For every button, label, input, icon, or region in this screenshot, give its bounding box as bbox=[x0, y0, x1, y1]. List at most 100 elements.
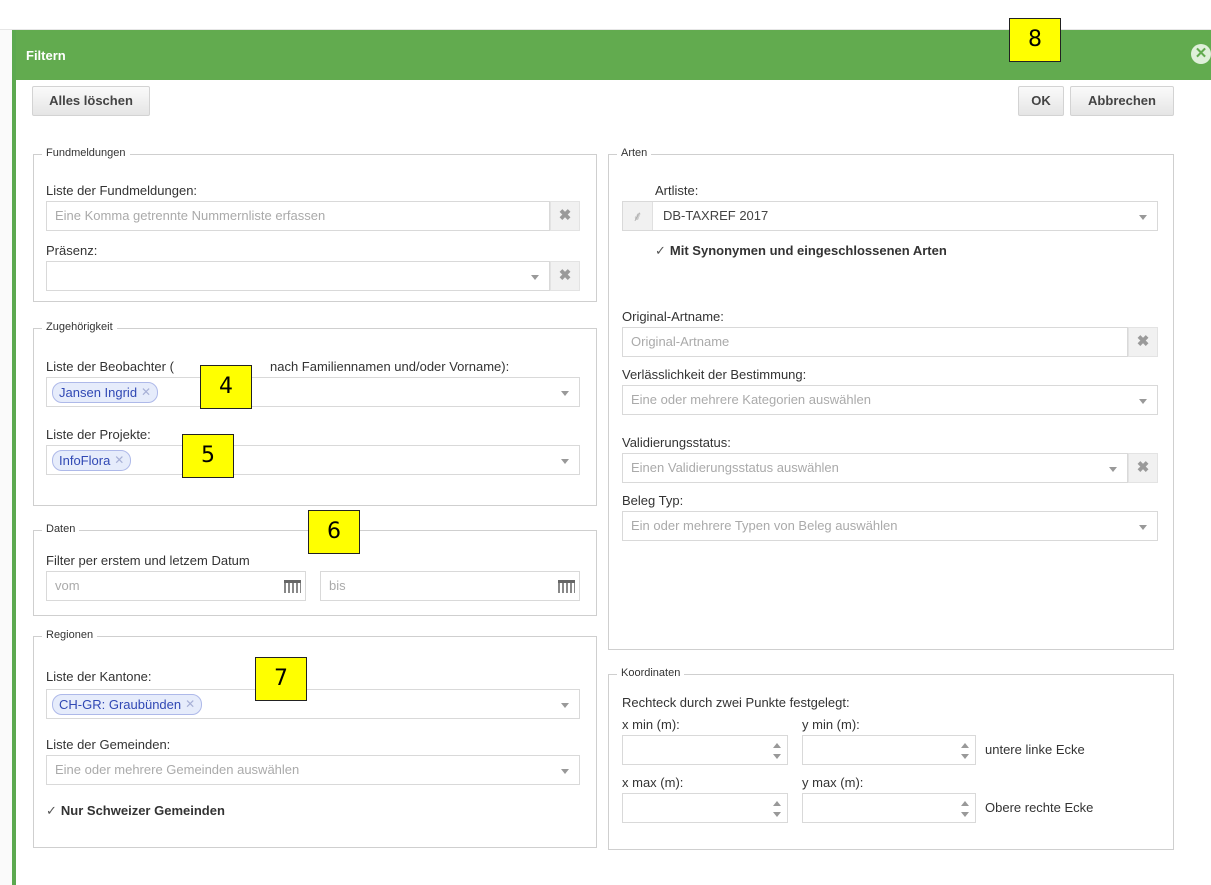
lower-left-label: untere linke Ecke bbox=[985, 742, 1085, 757]
clear-validation-icon[interactable]: ✖ bbox=[1128, 453, 1158, 483]
checkmark-icon: ✓ bbox=[655, 243, 666, 258]
ok-button[interactable]: OK bbox=[1018, 86, 1064, 116]
communes-placeholder: Eine oder mehrere Gemeinden auswählen bbox=[55, 762, 300, 777]
chevron-down-icon bbox=[561, 703, 569, 708]
koordinaten-legend: Koordinaten bbox=[617, 667, 685, 679]
upper-right-label: Obere rechte Ecke bbox=[985, 800, 1094, 815]
chip-remove-icon[interactable]: ✕ bbox=[185, 695, 195, 714]
projects-select[interactable]: InfoFlora ✕ bbox=[46, 445, 580, 475]
clear-all-button[interactable]: Alles löschen bbox=[32, 86, 150, 116]
voucher-type-select[interactable]: Ein oder mehrere Typen von Beleg auswähl… bbox=[622, 511, 1158, 541]
calendar-icon[interactable] bbox=[284, 580, 301, 593]
fundmeldungen-group: Fundmeldungen Liste der Fundmeldungen: E… bbox=[33, 147, 597, 302]
validation-placeholder: Einen Validierungsstatus auswählen bbox=[631, 460, 839, 475]
findings-list-input[interactable]: Eine Komma getrennte Nummernliste erfass… bbox=[46, 201, 550, 231]
xmin-label: x min (m): bbox=[622, 717, 680, 732]
original-name-label: Original-Artname: bbox=[622, 309, 724, 324]
original-name-input[interactable]: Original-Artname bbox=[622, 327, 1128, 357]
date-to-placeholder: bis bbox=[329, 578, 346, 593]
date-from-placeholder: vom bbox=[55, 578, 80, 593]
chevron-down-icon bbox=[1139, 399, 1147, 404]
annotation-badge-6: 6 bbox=[308, 510, 360, 554]
checkmark-icon: ✓ bbox=[46, 803, 57, 818]
spinner-icon[interactable] bbox=[773, 800, 781, 818]
voucher-type-label: Beleg Typ: bbox=[622, 493, 684, 508]
rectangle-description: Rechteck durch zwei Punkte festgelegt: bbox=[622, 695, 850, 710]
chevron-down-icon bbox=[1139, 215, 1147, 220]
reliability-select[interactable]: Eine oder mehrere Kategorien auswählen bbox=[622, 385, 1158, 415]
observers-select[interactable]: Jansen Ingrid ✕ bbox=[46, 377, 580, 407]
zugehoerigkeit-legend: Zugehörigkeit bbox=[42, 321, 117, 333]
ymax-input[interactable] bbox=[802, 793, 976, 823]
date-filter-label: Filter per erstem und letzem Datum bbox=[46, 553, 250, 568]
project-chip[interactable]: InfoFlora ✕ bbox=[52, 450, 132, 471]
cantons-select[interactable]: CH-GR: Graubünden ✕ bbox=[46, 689, 580, 719]
clear-original-name-icon[interactable]: ✖ bbox=[1128, 327, 1158, 357]
xmax-input[interactable] bbox=[622, 793, 788, 823]
date-from-input[interactable]: vom bbox=[46, 571, 306, 601]
communes-label: Liste der Gemeinden: bbox=[46, 737, 171, 752]
background-app-edge bbox=[0, 30, 12, 885]
cantons-label: Liste der Kantone: bbox=[46, 669, 152, 684]
canton-chip-label: CH-GR: Graubünden bbox=[59, 697, 182, 712]
findings-list-label: Liste der Fundmeldungen: bbox=[46, 183, 198, 198]
dialog-title: Filtern bbox=[26, 48, 66, 63]
ymin-label: y min (m): bbox=[802, 717, 860, 732]
arten-legend: Arten bbox=[617, 147, 652, 159]
clear-presence-icon[interactable]: ✖ bbox=[550, 261, 580, 291]
reliability-placeholder: Eine oder mehrere Kategorien auswählen bbox=[631, 392, 871, 407]
spinner-icon[interactable] bbox=[961, 800, 969, 818]
project-chip-label: InfoFlora bbox=[59, 453, 111, 468]
arten-group: Arten Artliste: ⸙ DB-TAXREF 2017 ✓ Mit Sy… bbox=[608, 147, 1174, 650]
leaf-icon: ⸙ bbox=[623, 202, 653, 230]
chip-remove-icon[interactable]: ✕ bbox=[141, 383, 151, 402]
observer-chip-label: Jansen Ingrid bbox=[59, 385, 138, 400]
fundmeldungen-legend: Fundmeldungen bbox=[42, 147, 130, 159]
reliability-label: Verlässlichkeit der Bestimmung: bbox=[622, 367, 807, 382]
validation-label: Validierungsstatus: bbox=[622, 435, 731, 450]
xmin-input[interactable] bbox=[622, 735, 788, 765]
communes-select[interactable]: Eine oder mehrere Gemeinden auswählen bbox=[46, 755, 580, 785]
observer-chip[interactable]: Jansen Ingrid ✕ bbox=[52, 382, 159, 403]
presence-label: Präsenz: bbox=[46, 243, 98, 258]
zugehoerigkeit-group: Zugehörigkeit Liste der Beobachter ( nac… bbox=[33, 321, 597, 506]
observers-label-end: nach Familiennamen und/oder Vorname): bbox=[270, 359, 510, 374]
species-list-select[interactable]: ⸙ DB-TAXREF 2017 bbox=[622, 201, 1158, 231]
chip-remove-icon[interactable]: ✕ bbox=[114, 451, 124, 470]
presence-select[interactable] bbox=[46, 261, 550, 291]
swiss-only-label: Nur Schweizer Gemeinden bbox=[60, 803, 225, 818]
spinner-icon[interactable] bbox=[961, 742, 969, 760]
annotation-badge-7: 7 bbox=[255, 657, 307, 701]
ymax-label: y max (m): bbox=[802, 775, 864, 790]
date-to-input[interactable]: bis bbox=[320, 571, 580, 601]
close-icon[interactable]: ✕ bbox=[1191, 44, 1211, 64]
validation-select[interactable]: Einen Validierungsstatus auswählen bbox=[622, 453, 1128, 483]
species-list-label: Artliste: bbox=[655, 183, 699, 198]
chevron-down-icon bbox=[1109, 467, 1117, 472]
xmax-label: x max (m): bbox=[622, 775, 684, 790]
synonyms-checkbox[interactable]: ✓ Mit Synonymen und eingeschlossenen Arte… bbox=[655, 243, 947, 259]
koordinaten-group: Koordinaten Rechteck durch zwei Punkte f… bbox=[608, 667, 1174, 850]
chevron-down-icon bbox=[561, 769, 569, 774]
chevron-down-icon bbox=[531, 275, 539, 280]
cancel-button[interactable]: Abbrechen bbox=[1070, 86, 1174, 116]
chevron-down-icon bbox=[1139, 525, 1147, 530]
spinner-icon[interactable] bbox=[773, 742, 781, 760]
projects-label: Liste der Projekte: bbox=[46, 427, 151, 442]
regionen-legend: Regionen bbox=[42, 629, 98, 641]
chevron-down-icon bbox=[561, 459, 569, 464]
annotation-badge-4: 4 bbox=[200, 365, 252, 409]
annotation-badge-8: 8 bbox=[1009, 18, 1061, 62]
regionen-group: Regionen Liste der Kantone: CH-GR: Graub… bbox=[33, 629, 597, 848]
observers-label-start: Liste der Beobachter ( bbox=[46, 359, 174, 374]
ymin-input[interactable] bbox=[802, 735, 976, 765]
canton-chip[interactable]: CH-GR: Graubünden ✕ bbox=[52, 694, 203, 715]
calendar-icon[interactable] bbox=[558, 580, 575, 593]
annotation-badge-5: 5 bbox=[182, 434, 234, 478]
daten-legend: Daten bbox=[42, 523, 80, 535]
clear-findings-icon[interactable]: ✖ bbox=[550, 201, 580, 231]
swiss-only-checkbox[interactable]: ✓ Nur Schweizer Gemeinden bbox=[46, 803, 225, 819]
voucher-type-placeholder: Ein oder mehrere Typen von Beleg auswähl… bbox=[631, 518, 898, 533]
synonyms-label: Mit Synonymen und eingeschlossenen Arten bbox=[669, 243, 947, 258]
species-list-value: DB-TAXREF 2017 bbox=[663, 208, 769, 223]
